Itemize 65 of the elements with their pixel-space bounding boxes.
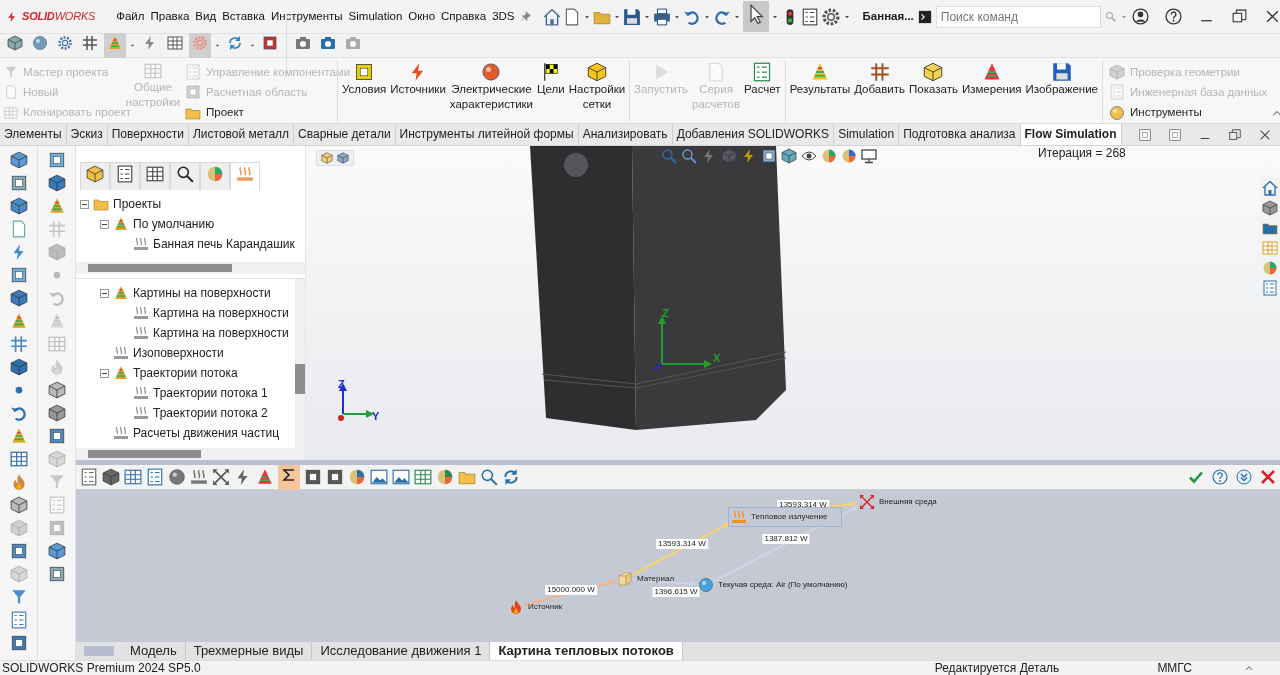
ribbon-tab[interactable]: Flow Simulation bbox=[1020, 124, 1122, 145]
document-tab[interactable]: Картина тепловых потоков bbox=[490, 642, 683, 660]
tree-item[interactable]: Расчеты движения частиц bbox=[133, 424, 280, 442]
ribbon-command[interactable]: Изображение bbox=[1025, 82, 1098, 97]
ribbon-tab[interactable]: Листовой металл bbox=[188, 124, 295, 145]
ribbon-command[interactable]: Инструменты bbox=[1130, 104, 1202, 122]
node-label: Материал bbox=[637, 573, 675, 585]
node-label: Источник bbox=[528, 601, 563, 613]
document-name: Банная... bbox=[862, 8, 914, 24]
flow-value: 1387.812 W bbox=[762, 534, 810, 544]
ribbon-command[interactable]: Цели bbox=[537, 82, 565, 97]
units-selector[interactable]: ММГС bbox=[1157, 661, 1192, 675]
iteration-text: Итерация = 268 bbox=[1038, 146, 1126, 162]
ribbon-tab[interactable]: Элементы bbox=[0, 124, 67, 145]
tree-item[interactable]: Изоповерхности bbox=[133, 344, 224, 362]
tree-item[interactable]: Траектории потока 2 bbox=[153, 404, 268, 422]
menu-item[interactable]: Вид bbox=[194, 7, 218, 26]
ribbon-tab[interactable]: Подготовка анализа bbox=[899, 124, 1021, 145]
axis-label: Z bbox=[662, 306, 669, 321]
menu-item[interactable]: Справка bbox=[440, 7, 488, 26]
status-text: SOLIDWORKS Premium 2024 SP5.0 bbox=[2, 661, 201, 675]
ribbon-tab[interactable]: Добавления SOLIDWORKS bbox=[672, 124, 835, 145]
ribbon-command[interactable]: Источники bbox=[390, 82, 446, 97]
ribbon-command[interactable]: Электрические характеристики bbox=[449, 82, 534, 112]
ribbon-command[interactable]: Настройки сетки bbox=[568, 82, 626, 112]
ribbon-tab[interactable]: Инструменты литейной формы bbox=[395, 124, 579, 145]
menu-item[interactable]: Файл bbox=[115, 7, 146, 26]
logo-text: SOLIDWORKS bbox=[22, 9, 96, 25]
tree-item[interactable]: Картина на поверхности bbox=[153, 324, 289, 342]
tree-item[interactable]: По умолчанию bbox=[133, 215, 215, 233]
tree-item[interactable]: Картина на поверхности bbox=[153, 304, 289, 322]
ribbon-tab[interactable]: Сварные детали bbox=[294, 124, 396, 145]
axis-label: Y bbox=[372, 409, 380, 424]
menu-item[interactable]: Правка bbox=[149, 7, 191, 26]
status-text: Редактируется Деталь bbox=[934, 661, 1060, 675]
tree-item[interactable]: Траектории потока 1 bbox=[153, 384, 268, 402]
axis-label: X bbox=[713, 351, 721, 366]
tree-item[interactable]: Картины на поверхности bbox=[133, 284, 271, 302]
flow-value: 13593.314 W bbox=[656, 539, 708, 549]
ribbon-command[interactable]: Проект bbox=[206, 104, 244, 122]
ribbon-tab[interactable]: Анализировать bbox=[578, 124, 673, 145]
ribbon-command[interactable]: Результаты bbox=[789, 82, 851, 97]
tree-item[interactable]: Проекты bbox=[113, 195, 162, 213]
menu-item[interactable]: Инструменты bbox=[269, 7, 344, 26]
menu-item[interactable]: Вставка bbox=[221, 7, 266, 26]
node-highlight[interactable]: Тепловое излучение bbox=[728, 507, 843, 527]
menu-item[interactable]: Simulation bbox=[347, 7, 404, 26]
ribbon-command[interactable]: Добавить bbox=[854, 82, 906, 97]
ribbon-command[interactable]: Измерения bbox=[961, 82, 1022, 97]
ribbon-command[interactable]: Расчет bbox=[744, 82, 781, 97]
flow-value: 1396.615 W bbox=[652, 587, 700, 597]
search-field[interactable]: Поиск команд bbox=[935, 5, 1101, 28]
tree-item[interactable]: Траектории потока bbox=[133, 364, 238, 382]
flow-value: 15000.000 W bbox=[545, 585, 597, 595]
ribbon-command[interactable]: Показать bbox=[909, 82, 958, 97]
ribbon-tab[interactable]: Поверхности bbox=[107, 124, 189, 145]
node-label: Текучая среда: Air (По умолчанию) bbox=[718, 579, 848, 591]
menu-item[interactable]: 3DS bbox=[491, 7, 516, 26]
node-label: Внешняя среда bbox=[879, 496, 937, 508]
node-label: Тепловое излучение bbox=[751, 511, 828, 523]
ribbon-tab[interactable]: Simulation bbox=[834, 124, 900, 145]
tree-item[interactable]: Банная печь Карандашик bbox=[153, 235, 295, 253]
ribbon-tab[interactable]: Эскиз bbox=[66, 124, 108, 145]
ribbon-command[interactable]: Условия bbox=[342, 82, 387, 97]
menu-item[interactable]: Окно bbox=[407, 7, 437, 26]
